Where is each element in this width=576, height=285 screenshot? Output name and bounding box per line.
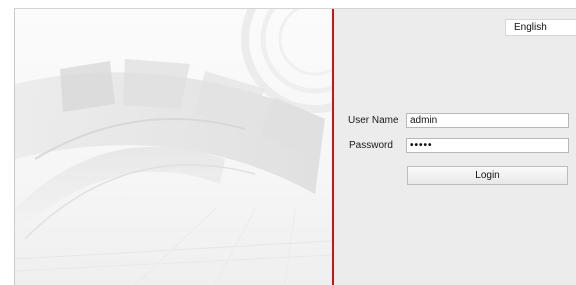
username-label: User Name: [348, 115, 399, 126]
banner-graphic-panel: [15, 9, 332, 285]
password-label: Password: [349, 140, 393, 151]
decorative-arc-graphic: [15, 9, 332, 285]
username-input[interactable]: admin: [406, 113, 569, 128]
login-button[interactable]: Login: [407, 166, 568, 185]
password-input[interactable]: •••••: [406, 138, 569, 153]
language-select[interactable]: English: [505, 19, 576, 36]
